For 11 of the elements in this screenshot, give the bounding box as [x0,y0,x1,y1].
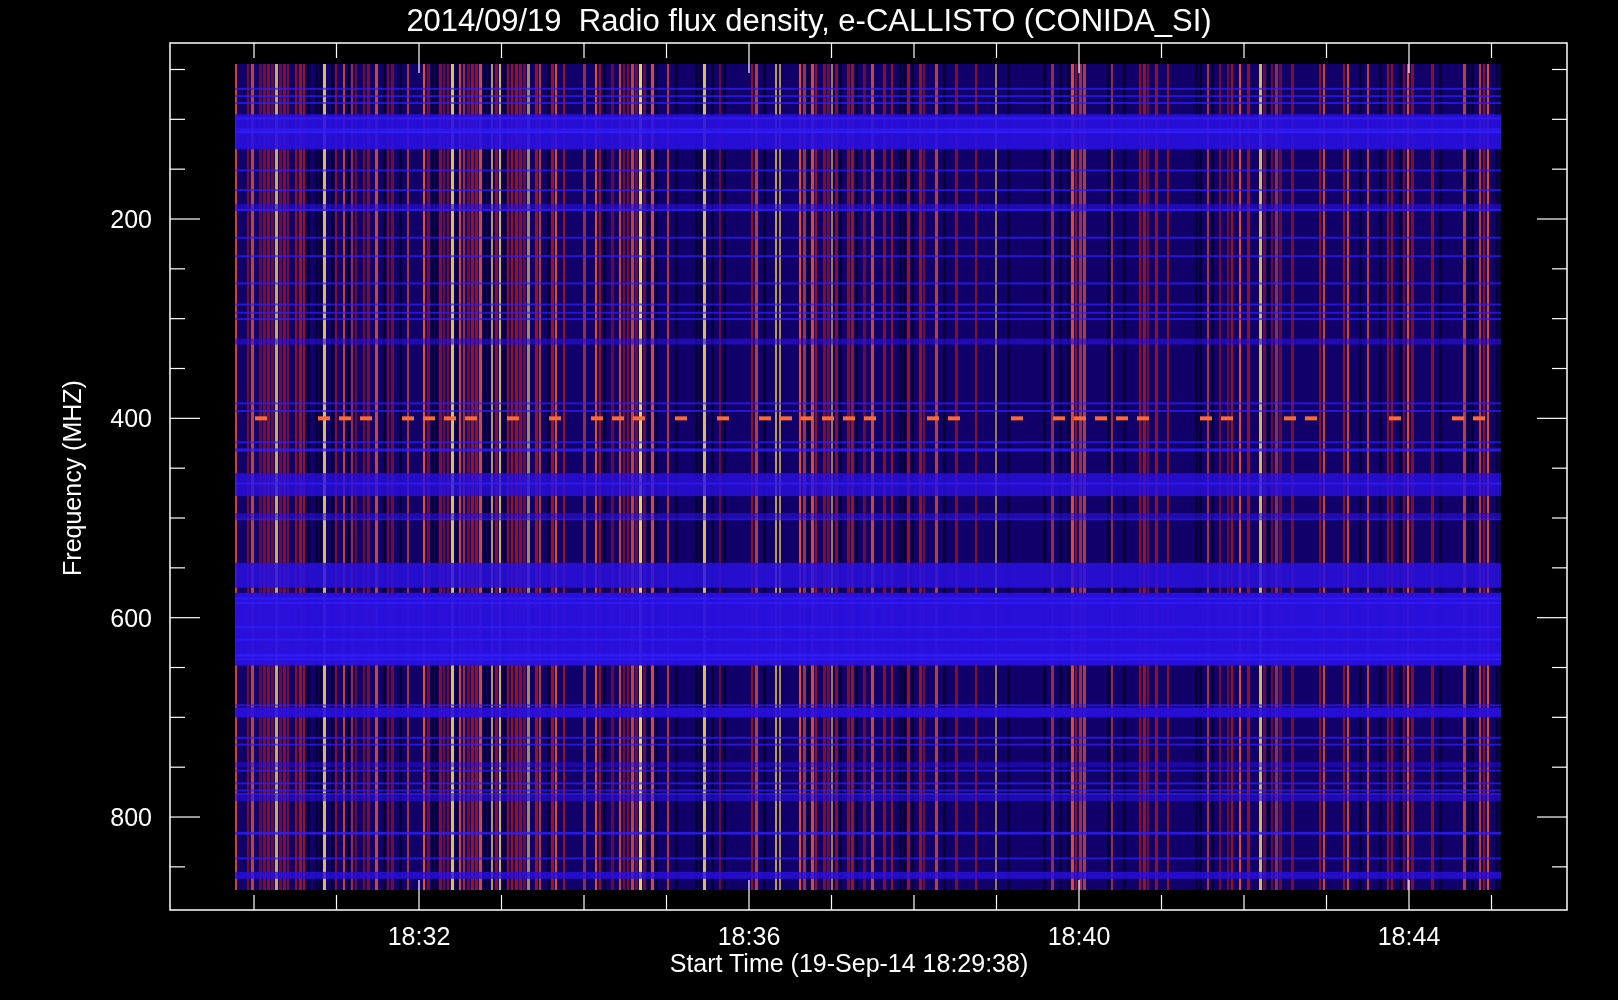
y-tick-label: 600 [109,602,152,633]
y-tick-label: 200 [109,204,152,234]
chart-title: 2014/09/19 Radio flux density, e-CALLISTO (CONIDA_SI) [405,2,1213,40]
x-tick-label: 18:40 [1046,921,1112,951]
x-tick-label: 18:36 [716,921,782,951]
x-axis-label: Start Time (19-Sep-14 18:29:38) [668,948,1030,978]
x-tick-label: 18:44 [1376,921,1442,951]
y-tick-label: 800 [109,802,152,832]
y-tick-label: 400 [109,403,152,434]
y-axis-label: Frequency (MHZ) [57,380,87,576]
x-tick-label: 18:32 [386,921,452,951]
